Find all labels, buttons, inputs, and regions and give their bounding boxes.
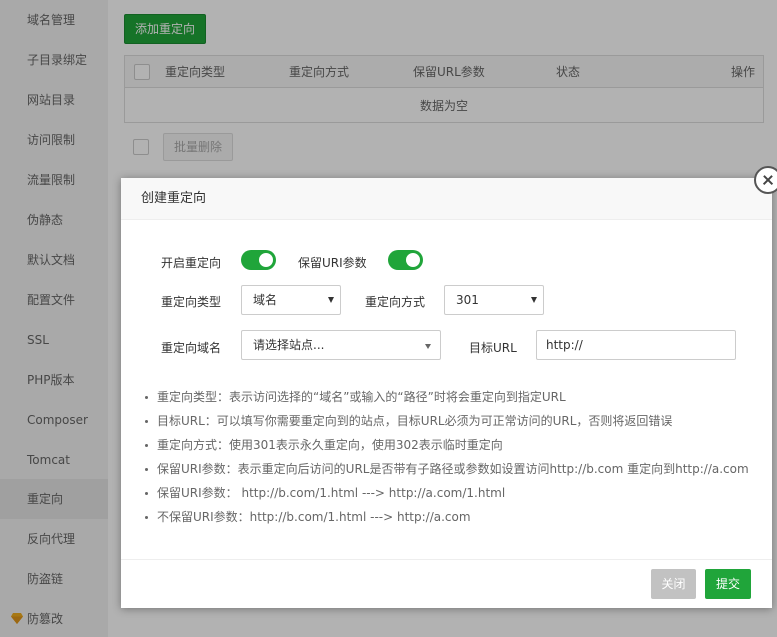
close-dialog-icon[interactable] [754, 166, 777, 194]
redirect-type-value: 域名 [253, 293, 278, 307]
help-tip: 重定向类型：表示访问选择的“域名”或输入的“路径”时将会重定向到指定URL [145, 385, 765, 409]
submit-button[interactable]: 提交 [705, 569, 751, 599]
dialog-title: 创建重定向 [121, 178, 772, 220]
target-url-label: 目标URL [469, 341, 517, 355]
dialog-footer: 关闭 提交 [121, 559, 772, 608]
help-tip: 保留URI参数： http://b.com/1.html ---> http:/… [145, 481, 765, 505]
enable-redirect-label: 开启重定向 [161, 256, 222, 270]
target-url-input[interactable]: http:// [536, 330, 736, 360]
redirect-domain-label: 重定向域名 [161, 341, 222, 355]
help-tip: 保留URI参数：表示重定向后访问的URL是否带有子路径或参数如设置访问http:… [145, 457, 765, 481]
keep-params-toggle[interactable] [388, 250, 423, 270]
redirect-domain-select[interactable]: 请选择站点... [241, 330, 441, 360]
redirect-type-label: 重定向类型 [161, 295, 222, 309]
help-tip: 不保留URI参数：http://b.com/1.html ---> http:/… [145, 505, 765, 529]
help-tip: 重定向方式：使用301表示永久重定向，使用302表示临时重定向 [145, 433, 765, 457]
redirect-type-select[interactable]: 域名 [241, 285, 341, 315]
dropdown-arrow-icon [328, 297, 334, 303]
dropdown-arrow-icon [425, 344, 431, 349]
enable-redirect-toggle[interactable] [241, 250, 276, 270]
redirect-method-label: 重定向方式 [365, 295, 426, 309]
help-tip: 目标URL：可以填写你需要重定向到的站点，目标URL必须为可正常访问的URL，否… [145, 409, 765, 433]
dropdown-arrow-icon [531, 297, 537, 303]
keep-params-label: 保留URI参数 [298, 256, 367, 270]
redirect-domain-placeholder: 请选择站点... [253, 338, 325, 352]
help-tips-list: 重定向类型：表示访问选择的“域名”或输入的“路径”时将会重定向到指定URL 目标… [145, 385, 765, 529]
close-button[interactable]: 关闭 [651, 569, 696, 599]
create-redirect-dialog: 创建重定向 开启重定向 保留URI参数 重定向类型 域名 重定向方式 301 重… [121, 178, 772, 608]
redirect-method-select[interactable]: 301 [444, 285, 544, 315]
redirect-method-value: 301 [456, 293, 479, 307]
